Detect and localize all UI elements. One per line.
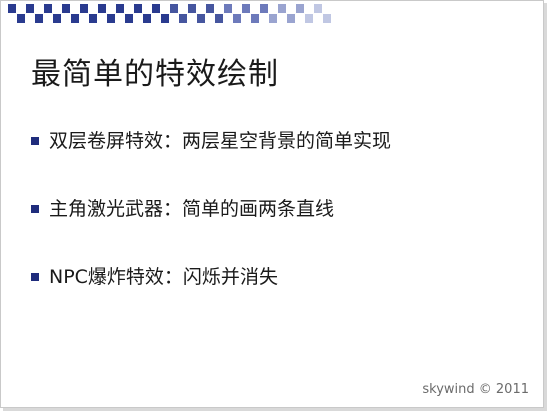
- square-bullet-icon: [31, 137, 39, 145]
- bullet-text: 双层卷屏特效：两层星空背景的简单实现: [49, 130, 392, 152]
- slide: 最简单的特效绘制 双层卷屏特效：两层星空背景的简单实现 主角激光武器：简单的画两…: [0, 0, 544, 408]
- bullet-list: 双层卷屏特效：两层星空背景的简单实现 主角激光武器：简单的画两条直线 NPC爆炸…: [31, 128, 531, 332]
- watermark: skywind © 2011: [422, 382, 529, 397]
- slide-title: 最简单的特效绘制: [31, 57, 279, 92]
- bullet-item: 主角激光武器：简单的画两条直线: [31, 196, 531, 222]
- bullet-text: 主角激光武器：简单的画两条直线: [49, 198, 335, 220]
- bullet-item: NPC爆炸特效：闪烁并消失: [31, 264, 531, 290]
- bullet-item: 双层卷屏特效：两层星空背景的简单实现: [31, 128, 531, 154]
- square-bullet-icon: [31, 205, 39, 213]
- bullet-text: NPC爆炸特效：闪烁并消失: [49, 266, 278, 288]
- checker-decoration: [8, 4, 368, 25]
- square-bullet-icon: [31, 273, 39, 281]
